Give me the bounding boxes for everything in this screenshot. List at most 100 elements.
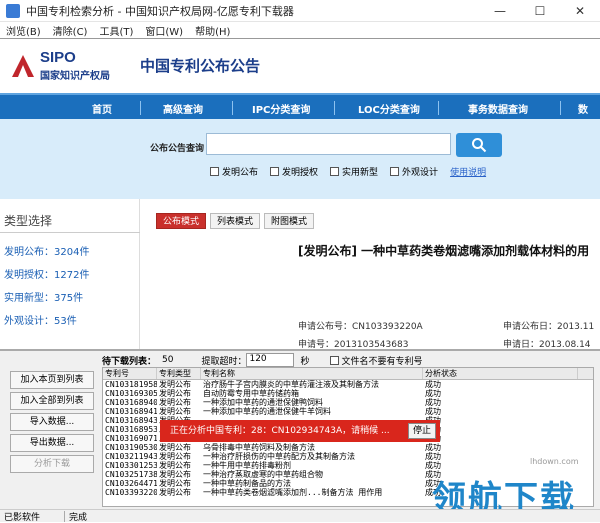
table-cell: 一种治疗肝损伤的中草药配方及其制备方法 xyxy=(203,452,355,461)
help-link[interactable]: 使用说明 xyxy=(450,165,486,178)
filter-invention-grant[interactable]: 发明授权 xyxy=(270,165,318,178)
nav-ipc-search[interactable]: IPC分类查询 xyxy=(252,101,310,116)
search-button[interactable] xyxy=(456,133,502,157)
nav-transaction-search[interactable]: 事务数据查询 xyxy=(468,101,528,116)
nav-divider xyxy=(560,101,561,115)
status-divider xyxy=(64,510,66,522)
queue-controls: 待下载列表： 50 提取超时： 120 秒 文件名不要有专利号 xyxy=(102,353,423,367)
checkbox-label: 实用新型 xyxy=(342,168,379,178)
table-cell: CN103168941A xyxy=(105,407,157,416)
menu-browse[interactable]: 浏览(B) xyxy=(6,23,41,38)
col-patent-type[interactable]: 专利类型 xyxy=(157,368,201,379)
checkbox-icon xyxy=(210,167,219,176)
table-cell: CN103190530A xyxy=(105,443,157,452)
queue-count: 50 xyxy=(162,355,174,365)
mode-image-button[interactable]: 附图模式 xyxy=(264,213,315,229)
progress-text: 正在分析中国专利：28：CN102934743A，请稍候 ... xyxy=(170,426,390,436)
checkbox-icon xyxy=(270,167,280,176)
table-cell: 成功 xyxy=(425,389,441,398)
col-status[interactable]: 分析状态 xyxy=(423,368,578,379)
search-panel: 公布公告查询 发明公布 发明授权 实用新型 外观设计 使用说明 xyxy=(0,119,600,199)
table-row[interactable]: CN103211943A发明公布一种治疗肝损伤的中草药配方及其制备方法成功 xyxy=(103,452,593,461)
menu-clear[interactable]: 清除(C) xyxy=(53,23,88,38)
mode-publish-button[interactable]: 公布模式 xyxy=(156,213,207,229)
timeout-select[interactable]: 120 xyxy=(246,353,295,367)
sidebar-item-invention-pub[interactable]: 发明公布：3204件 xyxy=(4,243,89,258)
filename-checkbox-label: 文件名不要有专利号 xyxy=(341,356,423,367)
analyze-download-button[interactable]: 分析下载 xyxy=(10,455,94,473)
add-page-button[interactable]: 加入本页到列表 xyxy=(10,371,94,389)
mode-list-button[interactable]: 列表模式 xyxy=(210,213,261,229)
table-cell: 发明公布 xyxy=(159,452,191,461)
table-cell: CN103211943A xyxy=(105,452,157,461)
nav-more[interactable]: 数 xyxy=(578,101,588,116)
nav-divider xyxy=(232,101,233,115)
table-cell: 发明公布 xyxy=(159,470,191,479)
col-patent-name[interactable]: 专利名称 xyxy=(201,368,423,379)
menu-help[interactable]: 帮助(H) xyxy=(195,23,230,38)
table-cell: 乌骨排毒中草药饲料及制备方法 xyxy=(203,443,315,452)
stop-button[interactable]: 停止 xyxy=(408,423,436,439)
logo-cn: 国家知识产权局 xyxy=(40,71,110,82)
table-cell: 一种牛用中草药排毒粉剂 xyxy=(203,461,291,470)
nav-advanced-search[interactable]: 高级查询 xyxy=(163,101,203,116)
sipo-emblem-icon xyxy=(12,55,34,77)
table-row[interactable]: CN103168940A发明公布 一种添加中草药的通泄保健鸭饲料 成功 xyxy=(103,398,593,407)
nav-loc-search[interactable]: LOC分类查询 xyxy=(358,101,420,116)
window-controls: — ☐ ✕ xyxy=(480,0,600,22)
table-cell: 成功 xyxy=(425,380,441,389)
checkbox-label: 发明公布 xyxy=(222,168,259,178)
search-icon xyxy=(472,138,487,153)
table-cell: 一种治疗蒸取虚寒的中草药组合物 xyxy=(203,470,323,479)
table-cell: CN103169071A xyxy=(105,434,157,443)
minimize-button[interactable]: — xyxy=(480,0,520,22)
view-mode-group: 公布模式 列表模式 附图模式 xyxy=(156,213,318,229)
add-all-button[interactable]: 加入全部到列表 xyxy=(10,392,94,410)
menu-tools[interactable]: 工具(T) xyxy=(99,23,133,38)
filter-design[interactable]: 外观设计 xyxy=(390,165,438,178)
site-header: SIPO 国家知识产权局 中国专利公布公告 xyxy=(0,39,600,93)
menu-bar: 浏览(B) 清除(C) 工具(T) 窗口(W) 帮助(H) xyxy=(0,22,600,38)
progress-banner: 正在分析中国专利：28：CN102934743A，请稍候 ... xyxy=(160,420,440,442)
menu-window[interactable]: 窗口(W) xyxy=(145,23,183,38)
window-title: 中国专利检索分析 - 中国知识产权局网-亿愿专利下载器 xyxy=(26,4,294,18)
table-header: 专利号 专利类型 专利名称 分析状态 xyxy=(103,368,593,380)
nav-home[interactable]: 首页 xyxy=(92,101,112,116)
filename-checkbox[interactable] xyxy=(329,355,339,365)
table-cell: CN103264471A xyxy=(105,479,157,488)
table-cell: CN103301253A xyxy=(105,461,157,470)
table-row[interactable]: CN103190530A发明公布 乌骨排毒中草药饲料及制备方法 成功 xyxy=(103,443,593,452)
window-titlebar: 中国专利检索分析 - 中国知识产权局网-亿愿专利下载器 — ☐ ✕ xyxy=(0,0,600,22)
export-button[interactable]: 导出数据... xyxy=(10,434,94,452)
filter-invention-pub[interactable]: 发明公布 xyxy=(210,165,258,178)
status-left: 已影软件 xyxy=(4,512,41,523)
site-title: 中国专利公布公告 xyxy=(140,57,261,75)
browser-view: SIPO 国家知识产权局 中国专利公布公告 首页 高级查询 IPC分类查询 LO… xyxy=(0,38,600,351)
import-button[interactable]: 导入数据... xyxy=(10,413,94,431)
nav-divider xyxy=(334,101,335,115)
sidebar-item-invention-grant[interactable]: 发明授权：1272件 xyxy=(4,266,89,281)
table-cell: 一种添加中草药的通泄保健牛羊饲料 xyxy=(203,407,331,416)
table-cell: 自动防霉专用中草药储药箱 xyxy=(203,389,299,398)
table-cell: 成功 xyxy=(425,398,441,407)
watermark: lhdown.com 领航下载 xyxy=(420,457,590,519)
table-cell: 成功 xyxy=(423,434,578,443)
timeout-value: 120 xyxy=(249,354,267,364)
maximize-button[interactable]: ☐ xyxy=(520,0,560,22)
type-filter-row: 发明公布 发明授权 实用新型 外观设计 使用说明 xyxy=(210,165,486,178)
table-row[interactable]: CN103169305A发明公布 自动防霉专用中草药储药箱 成功 xyxy=(103,389,593,398)
table-cell: 一种添加中草药的通泄保健鸭饲料 xyxy=(203,398,323,407)
col-patent-no[interactable]: 专利号 xyxy=(103,368,157,379)
table-cell: 发明公布 xyxy=(159,461,191,470)
table-row[interactable]: CN103168941A发明公布 一种添加中草药的通泄保健牛羊饲料 成功 xyxy=(103,407,593,416)
search-input[interactable] xyxy=(206,133,451,155)
table-row[interactable]: CN103181958A发明公布 治疗肠牛子宫内膜炎的中草药灌注液及其制备方法 成功 xyxy=(103,380,593,389)
watermark-url: lhdown.com xyxy=(530,457,579,466)
filter-utility-model[interactable]: 实用新型 xyxy=(330,165,378,178)
patent-title[interactable]: [发明公布] 一种中草药类卷烟滤嘴添加剂载体材料的用 xyxy=(298,241,598,261)
sidebar-divider xyxy=(0,232,140,233)
table-cell: CN103168940A xyxy=(105,398,157,407)
close-button[interactable]: ✕ xyxy=(560,0,600,22)
sidebar-item-utility[interactable]: 实用新型：375件 xyxy=(4,289,83,304)
sidebar-item-design[interactable]: 外观设计：53件 xyxy=(4,312,77,327)
